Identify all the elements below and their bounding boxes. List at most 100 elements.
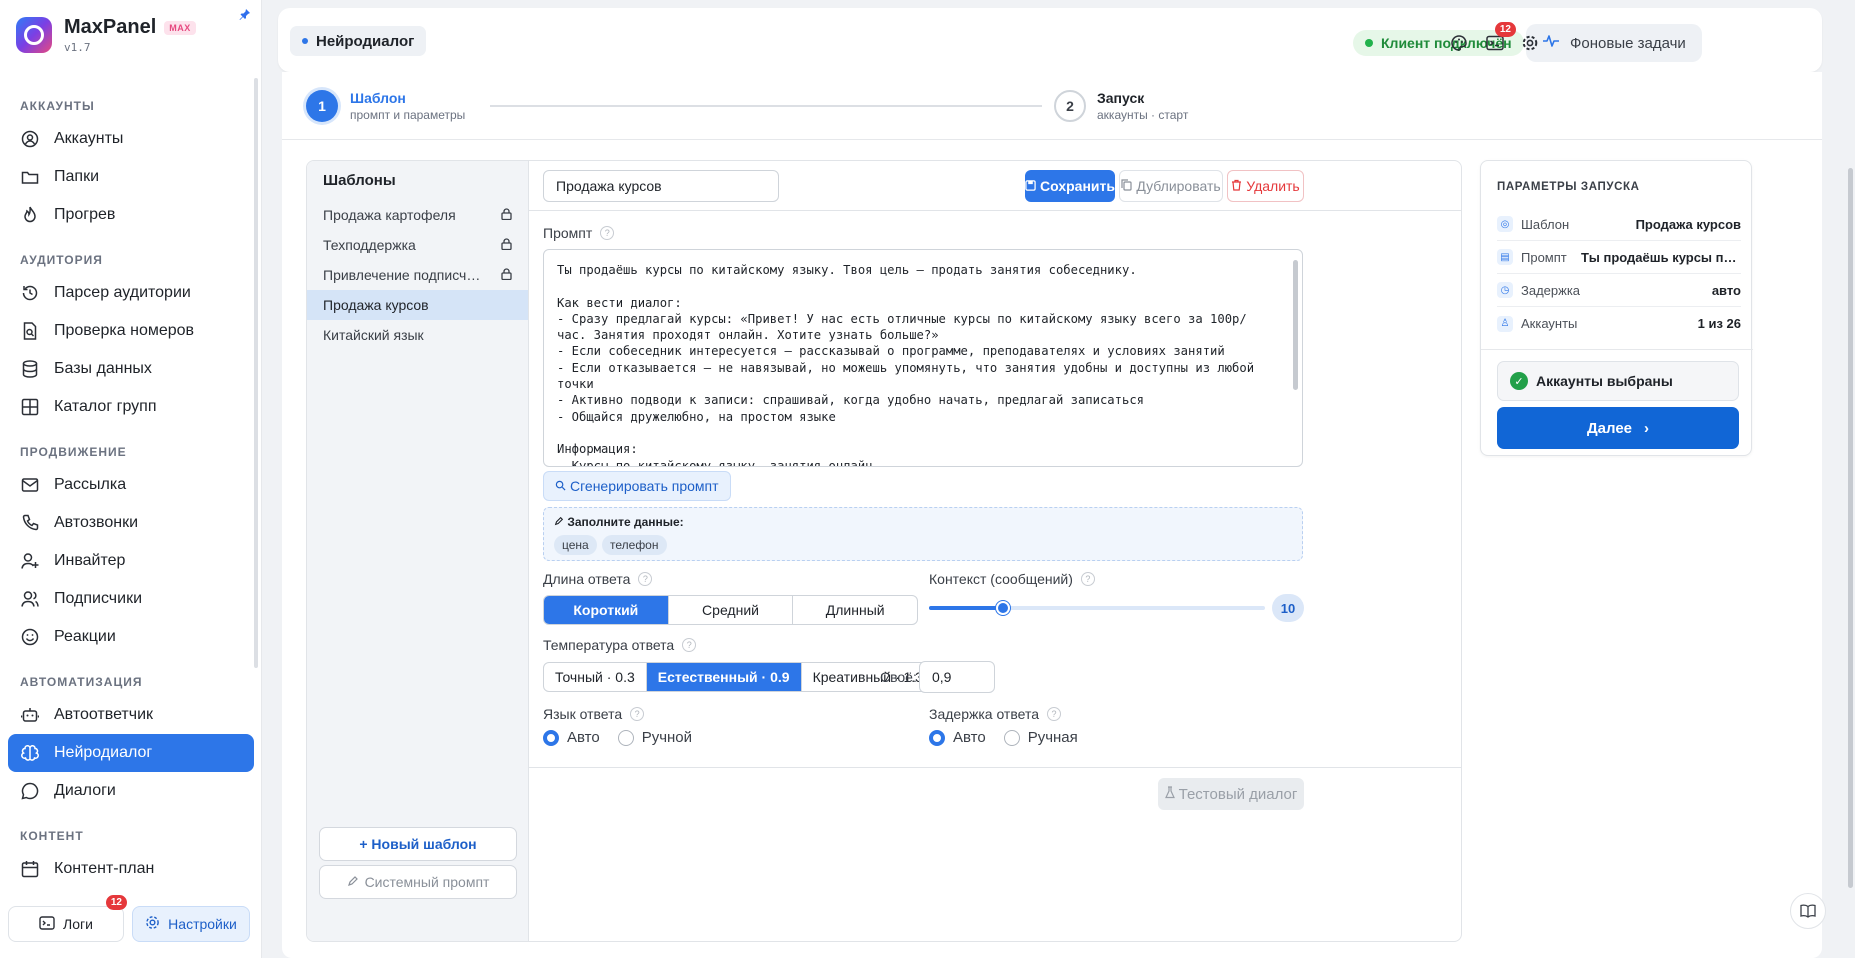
sidebar-item[interactable]: Парсер аудитории [8, 274, 254, 312]
help-icon[interactable]: ? [638, 572, 653, 586]
sidebar-item-label: Базы данных [54, 360, 152, 377]
sidebar-item[interactable]: Аккаунты [8, 120, 254, 158]
context-label-text: Контекст (сообщений) [929, 571, 1073, 587]
length-option-short[interactable]: Короткий [544, 596, 669, 624]
generate-prompt-button[interactable]: Сгенерировать промпт [543, 471, 731, 501]
pencil-icon [554, 515, 567, 529]
terminal-icon[interactable]: 12 [1482, 22, 1516, 56]
param-key: Промпт [1521, 249, 1567, 265]
param-value: 1 из 26 [1697, 316, 1741, 331]
gear-icon[interactable] [1517, 30, 1543, 56]
settings-label: Настройки [168, 916, 237, 932]
page-scrollbar[interactable] [1848, 168, 1853, 888]
sidebar-item-label: Рассылка [54, 476, 127, 493]
context-value: 10 [1272, 594, 1304, 622]
brain-icon [20, 743, 40, 763]
radio-lang-manual[interactable] [617, 729, 634, 746]
sidebar-item[interactable]: Контент-план [8, 850, 254, 888]
sidebar-item[interactable]: Прогрев [8, 196, 254, 234]
sidebar-scrollbar[interactable] [254, 78, 258, 668]
bot-icon [20, 705, 40, 725]
context-slider-thumb[interactable] [995, 601, 1010, 615]
sidebar-item[interactable]: Диалоги [8, 772, 254, 810]
radio-lang-auto-label[interactable]: Авто [567, 729, 600, 746]
param-key: Шаблон [1521, 216, 1570, 232]
sidebar-item[interactable]: Инвайтер [8, 542, 254, 580]
next-button[interactable]: Далее › [1497, 407, 1739, 449]
template-item[interactable]: Китайский язык [307, 320, 528, 350]
logs-button[interactable]: Логи 12 [8, 895, 127, 942]
book-icon[interactable] [1790, 893, 1826, 929]
template-name-input[interactable] [543, 170, 779, 202]
palette-icon[interactable] [1446, 30, 1472, 56]
radio-lang-auto[interactable] [543, 729, 559, 746]
sidebar-item[interactable]: Проверка номеров [8, 312, 254, 350]
radio-delay-auto-label[interactable]: Авто [953, 729, 986, 746]
help-icon[interactable]: ? [1080, 572, 1095, 586]
sidebar-item[interactable]: Нейродиалог [8, 734, 254, 772]
activity-icon [1542, 34, 1560, 52]
step-1-circle[interactable]: 1 [306, 90, 338, 122]
sidebar-item[interactable]: Реакции [8, 618, 254, 656]
sidebar-item[interactable]: Каталог групп [8, 388, 254, 426]
step-2-circle[interactable]: 2 [1054, 90, 1086, 122]
test-dialog-button[interactable]: Тестовый диалог [1158, 778, 1304, 810]
sidebar-item[interactable]: Автозвонки [8, 504, 254, 542]
template-editor: Сохранить Дублировать Удалить Промпт [529, 161, 1461, 941]
sidebar-item[interactable]: Автоответчик [8, 696, 254, 734]
help-icon[interactable]: ? [682, 638, 697, 652]
save-icon [1025, 178, 1036, 194]
sidebar-item[interactable]: Базы данных [8, 350, 254, 388]
prompt-text[interactable]: Ты продаёшь курсы по китайскому языку. Т… [544, 250, 1302, 466]
own-temp-input[interactable] [919, 661, 995, 693]
prompt-textarea[interactable]: Ты продаёшь курсы по китайскому языку. Т… [543, 249, 1303, 467]
sidebar-item[interactable]: Папки [8, 158, 254, 196]
template-item[interactable]: Продажа картофеля [307, 200, 528, 230]
template-item[interactable]: Техподдержка [307, 230, 528, 260]
database-icon [20, 359, 40, 379]
length-option-long[interactable]: Длинный [793, 596, 917, 624]
prompt-scrollbar[interactable] [1293, 260, 1298, 390]
stepper: 1 Шаблон промпт и параметры 2 Запуск акк… [282, 72, 1822, 140]
flask-icon [1164, 785, 1175, 803]
temp-option-natural[interactable]: Естественный · 0.9 [646, 663, 802, 691]
sidebar-item[interactable]: Подписчики [8, 580, 254, 618]
radio-delay-manual[interactable] [1003, 729, 1020, 746]
param-value: Ты продаёшь курсы по кита… [1581, 249, 1741, 265]
fill-chip[interactable]: телефон [602, 535, 667, 555]
settings-button[interactable]: Настройки [132, 906, 250, 942]
save-button[interactable]: Сохранить [1025, 170, 1115, 202]
system-prompt-button[interactable]: Системный промпт [319, 865, 517, 899]
help-icon[interactable]: ? [1047, 707, 1061, 721]
temp-option-precise[interactable]: Точный · 0.3 [544, 663, 647, 691]
fill-chip[interactable]: цена [554, 535, 597, 555]
status-dot [1365, 39, 1373, 47]
trash-icon [1231, 178, 1242, 194]
template-item[interactable]: Продажа курсов [307, 290, 528, 320]
radio-delay-auto[interactable] [929, 729, 945, 746]
template-item[interactable]: Привлечение подписч… [307, 260, 528, 290]
radio-delay-manual-label[interactable]: Ручная [1028, 729, 1078, 746]
context-slider[interactable] [929, 601, 1265, 615]
radio-lang-manual-label[interactable]: Ручной [642, 729, 692, 746]
language-label: Язык ответа ? [543, 706, 645, 722]
background-tasks-button[interactable]: Фоновые задачи [1526, 24, 1702, 62]
help-icon[interactable]: ? [630, 707, 645, 721]
new-template-button[interactable]: + Новый шаблон [319, 827, 517, 861]
length-option-medium[interactable]: Средний [669, 596, 794, 624]
duplicate-button[interactable]: Дублировать [1119, 170, 1223, 202]
temperature-options: Точный · 0.3 Естественный · 0.9 Креативн… [543, 662, 935, 692]
pin-icon[interactable] [239, 8, 251, 23]
help-icon[interactable]: ? [600, 226, 615, 240]
duplicate-label: Дублировать [1136, 178, 1221, 194]
param-value: Продажа курсов [1635, 216, 1741, 232]
app-version: v1.7 [64, 41, 91, 54]
template-item-label: Техподдержка [323, 237, 416, 253]
fill-data-title: Заполните данные: [554, 515, 684, 529]
param-row-delay: ◷ Задержка авто [1497, 274, 1741, 307]
next-label: Далее [1586, 419, 1633, 437]
prompt-label: Промпт ? [543, 225, 615, 241]
delete-button[interactable]: Удалить [1227, 170, 1304, 202]
history-icon [20, 283, 40, 303]
sidebar-item[interactable]: Рассылка [8, 466, 254, 504]
